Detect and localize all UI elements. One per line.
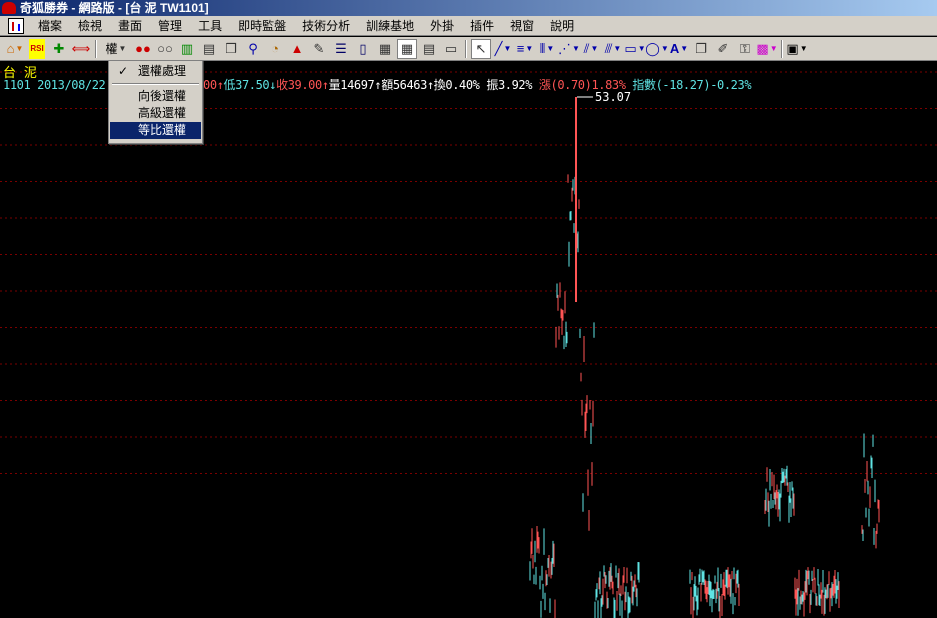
title-bar: 奇狐勝券 - 網路版 - [台 泥 TW1101]: [0, 0, 937, 16]
menu-tools[interactable]: 工具: [190, 17, 230, 35]
quote-amplitude: 振3.92%: [486, 78, 533, 92]
toolbar-separator: [781, 39, 783, 58]
menu-file[interactable]: 檔案: [30, 17, 70, 35]
text-tool-icon[interactable]: A ▼: [669, 39, 689, 59]
menu-plugins[interactable]: 插件: [462, 17, 502, 35]
window-title: 奇狐勝券 - 網路版 - [台 泥 TW1101]: [20, 1, 209, 15]
window-tile-icon[interactable]: ▦: [375, 39, 395, 59]
bar-chart-icon[interactable]: ▥: [177, 39, 197, 59]
layout-columns-icon[interactable]: ▯: [353, 39, 373, 59]
quote-index: 指數(-18.27)-0.23%: [632, 78, 752, 92]
menu-item-label: 還權處理: [138, 64, 187, 78]
quote-date: 2013/08/22: [37, 78, 106, 92]
vertical-lines-icon[interactable]: ⦀ ▼: [537, 39, 557, 59]
move-cross-icon[interactable]: ✚: [49, 39, 69, 59]
documents-icon[interactable]: ▤: [199, 39, 219, 59]
red-dots-icon[interactable]: ●●: [133, 39, 153, 59]
app-icon: [2, 2, 16, 14]
text-tool-label: A: [669, 40, 680, 56]
toolbar-separator: [465, 39, 467, 58]
price-chart-area[interactable]: 53.07 台 泥 1101 2013/08/22 0.00↑低37.50↓收39…: [0, 62, 937, 618]
menu-screen[interactable]: 畫面: [110, 17, 150, 35]
alarm-bell-icon[interactable]: ▲: [287, 39, 307, 59]
menu-item-label: 向後還權: [138, 89, 187, 103]
menu-item-label: 等比還權: [138, 123, 187, 137]
toolbar: ⌂ ▼ RSI ✚ ⟺ 權 ▼ ●● ○○ ▥ ▤ ❒ ⚲ ◔ ▲ ✎ ☰ ▯ ▦ …: [0, 37, 937, 61]
window-grid-icon[interactable]: ▦: [397, 38, 417, 59]
line-tool-icon[interactable]: ╱ ▼: [493, 39, 513, 59]
menu-bar: 檔案 檢視 畫面 管理 工具 即時監盤 技術分析 訓練基地 外掛 插件 視窗 說…: [0, 16, 937, 36]
quote-close: 收39.00: [276, 78, 322, 92]
menu-help[interactable]: 說明: [542, 17, 582, 35]
menu-item-proportional-adjust[interactable]: 等比還權: [110, 122, 201, 139]
app-menu-icon[interactable]: [8, 17, 24, 34]
menu-technical-analysis[interactable]: 技術分析: [294, 17, 358, 35]
pointer-icon[interactable]: ↖: [471, 38, 491, 59]
quote-low: 低37.50: [223, 78, 270, 92]
menu-window[interactable]: 視窗: [502, 17, 542, 35]
search-chart-icon[interactable]: ⚲: [243, 39, 263, 59]
price-adjust-label: 權: [105, 41, 118, 56]
menu-training[interactable]: 訓練基地: [358, 17, 422, 35]
double-arrow-icon[interactable]: ⟺: [71, 39, 91, 59]
rectangle-tool-icon[interactable]: ▭ ▼: [624, 39, 645, 59]
quote-change: 漲(0.70)1.83%: [538, 78, 626, 92]
gann-lines-icon[interactable]: ⫽ ▼: [581, 39, 601, 59]
menu-addons[interactable]: 外掛: [422, 17, 462, 35]
menu-manage[interactable]: 管理: [150, 17, 190, 35]
horizontal-lines-icon[interactable]: ≡ ▼: [515, 39, 535, 59]
rsi-label: RSI: [29, 38, 45, 59]
stock-code: 1101: [3, 78, 31, 92]
quote-volume: 量14697: [328, 78, 375, 92]
pen-icon[interactable]: ✎: [309, 39, 329, 59]
menu-item-adjust-processing[interactable]: ✓ 還權處理: [110, 63, 201, 80]
clock-icon[interactable]: ◔: [265, 39, 285, 59]
color-palette-icon[interactable]: ▩ ▼: [756, 39, 777, 59]
toolbar-separator: [95, 39, 97, 58]
menu-realtime-monitor[interactable]: 即時監盤: [230, 17, 294, 35]
line-chart-icon[interactable]: ▭: [441, 39, 461, 59]
price-chart[interactable]: 53.07: [0, 62, 937, 618]
price-adjust-menu: ✓ 還權處理 向後還權 高級還權 等比還權: [108, 60, 203, 144]
fan-lines-icon[interactable]: ⋰ ▼: [558, 39, 580, 59]
menu-item-advanced-adjust[interactable]: 高級還權: [110, 105, 201, 122]
rsi-button[interactable]: RSI: [27, 38, 47, 59]
parallel-lines-icon[interactable]: ⫻ ▼: [603, 39, 623, 59]
checkmark-icon: ✓: [118, 64, 129, 78]
home-icon[interactable]: ⌂ ▼: [5, 39, 25, 59]
menu-divider: [112, 83, 199, 85]
menu-view[interactable]: 檢視: [70, 17, 110, 35]
book-icon[interactable]: ❒: [221, 39, 241, 59]
glasses-icon[interactable]: ○○: [155, 39, 175, 59]
window-list-icon[interactable]: ▤: [419, 39, 439, 59]
ellipse-tool-icon[interactable]: ◯ ▼: [645, 39, 668, 59]
copy-icon[interactable]: ❐: [691, 39, 711, 59]
save-icon[interactable]: ▣ ▼: [786, 39, 807, 59]
menu-item-backward-adjust[interactable]: 向後還權: [110, 88, 201, 105]
menu-item-label: 高級還權: [138, 106, 187, 120]
quote-turnover: 換0.40%: [433, 78, 480, 92]
quote-amount: 額56463: [381, 78, 427, 92]
layout-rows-icon[interactable]: ☰: [331, 39, 351, 59]
eraser-icon[interactable]: ✐: [713, 39, 733, 59]
price-adjust-dropdown-button[interactable]: 權 ▼: [101, 39, 131, 59]
lock-icon[interactable]: ⚿: [735, 39, 755, 59]
